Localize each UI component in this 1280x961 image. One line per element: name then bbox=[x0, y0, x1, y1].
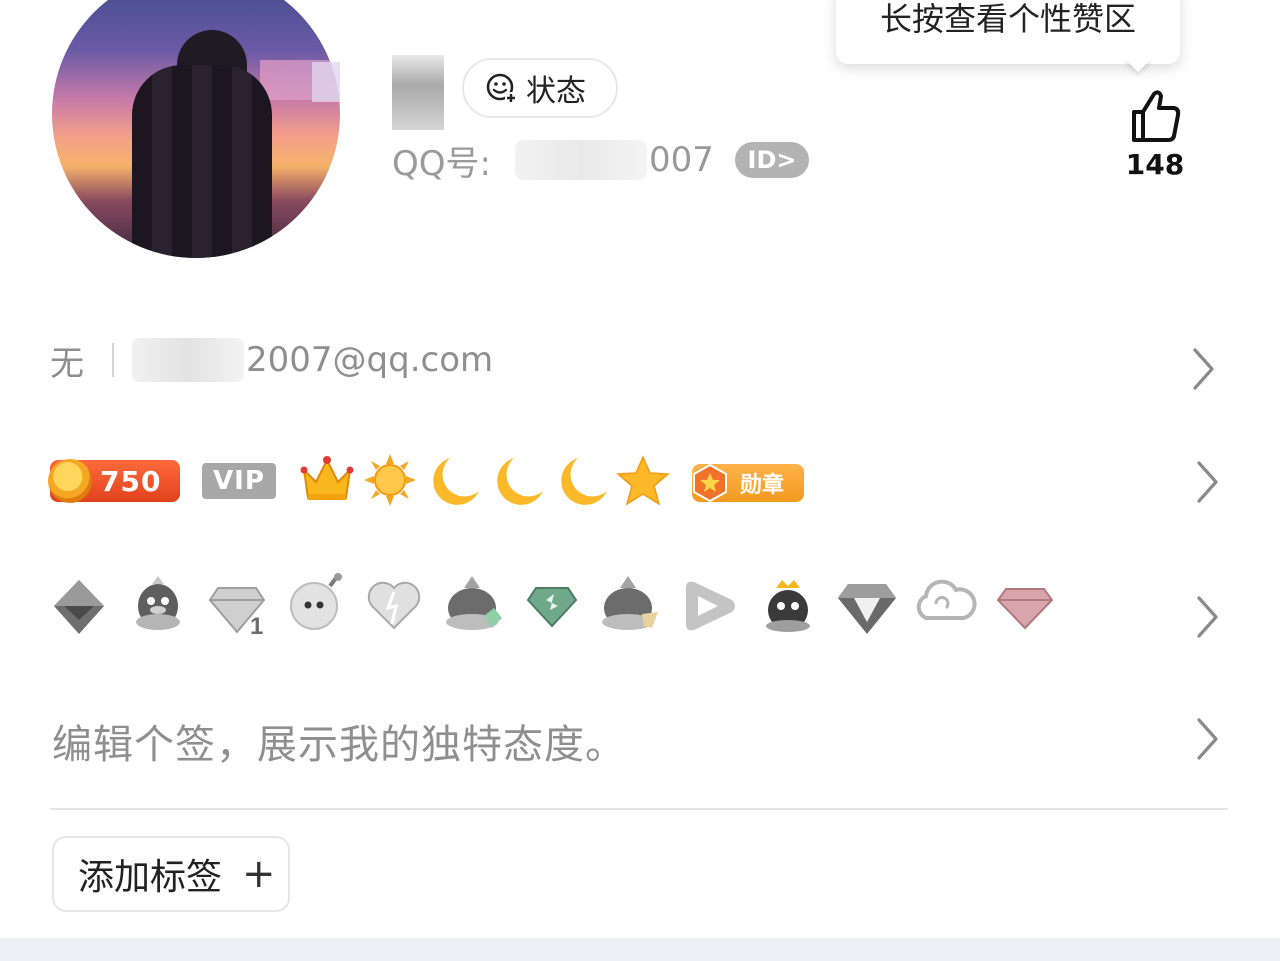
nickname-blurred bbox=[392, 55, 444, 130]
mountain-flower-icon bbox=[602, 576, 658, 630]
moon-icon bbox=[497, 458, 543, 505]
signature-placeholder[interactable]: 编辑个签，展示我的独特态度。 bbox=[52, 712, 626, 770]
moon-icon bbox=[433, 458, 479, 505]
tooltip-text: 长按查看个性赞区 bbox=[879, 0, 1136, 38]
star-icon bbox=[616, 455, 670, 506]
cloud-icon bbox=[916, 579, 977, 620]
status-label: 状态 bbox=[526, 74, 586, 109]
email-text: 2007@qq.com bbox=[246, 340, 494, 380]
email-blurred bbox=[132, 338, 244, 382]
avatar-figure bbox=[132, 65, 272, 258]
pink-diamond-icon bbox=[996, 588, 1054, 630]
coin-icon bbox=[48, 459, 92, 503]
medal-badge[interactable]: 勋章 bbox=[692, 463, 804, 503]
divider bbox=[50, 808, 1228, 810]
avatar[interactable] bbox=[52, 0, 340, 258]
play-icon bbox=[686, 581, 735, 631]
penguin-icon bbox=[136, 576, 180, 630]
chevron-right-icon[interactable] bbox=[1194, 459, 1220, 505]
moon-icon bbox=[561, 458, 607, 505]
gray-diamond-icon bbox=[838, 584, 896, 634]
diamond-1-icon: 1 bbox=[208, 587, 266, 636]
add-tag-label: 添加标签 bbox=[78, 857, 223, 898]
smile-plus-icon bbox=[486, 73, 517, 104]
crown-icon bbox=[300, 456, 354, 500]
diamond-bird-icon bbox=[54, 580, 104, 634]
chevron-right-icon[interactable] bbox=[1194, 716, 1220, 762]
qq-number-blurred bbox=[514, 140, 647, 180]
heart-icon bbox=[367, 581, 421, 630]
level-badge[interactable]: 750 bbox=[48, 459, 180, 503]
sun-icon bbox=[364, 454, 416, 506]
chevron-right-icon[interactable] bbox=[1194, 594, 1220, 640]
svg-text:1: 1 bbox=[250, 613, 263, 636]
contact-row[interactable]: 无 2007@qq.com bbox=[50, 334, 493, 386]
medal-hex-icon bbox=[693, 463, 727, 503]
status-button[interactable]: 状态 bbox=[462, 58, 618, 118]
vip-badge[interactable]: VIP bbox=[202, 463, 276, 499]
id-badge[interactable]: ID> bbox=[735, 142, 809, 178]
gender-text: 无 bbox=[50, 343, 84, 384]
chevron-right-icon[interactable] bbox=[1190, 346, 1216, 392]
add-tag-button[interactable]: 添加标签 + bbox=[52, 836, 290, 912]
medal-label: 勋章 bbox=[740, 473, 785, 498]
like-count: 148 bbox=[1125, 148, 1185, 181]
separator bbox=[112, 343, 114, 377]
bottom-strip bbox=[0, 938, 1280, 961]
tooltip-arrow bbox=[1124, 58, 1152, 72]
level-number: 750 bbox=[100, 464, 162, 498]
qq-label: QQ号: bbox=[392, 143, 491, 184]
like-tooltip: 长按查看个性赞区 bbox=[836, 0, 1180, 64]
bomb-face-icon bbox=[290, 573, 342, 630]
penguin-crown-icon bbox=[766, 580, 810, 632]
qq-number: QQ号: 007 bbox=[392, 138, 714, 184]
mountain-icon bbox=[446, 576, 502, 630]
plus-icon: + bbox=[242, 851, 276, 897]
id-badge-label: ID> bbox=[747, 146, 797, 174]
thumbs-up-icon[interactable] bbox=[1128, 88, 1182, 144]
qq-number-tail: 007 bbox=[648, 140, 714, 180]
green-diamond-icon bbox=[526, 587, 578, 628]
name-blur-patch bbox=[312, 62, 340, 102]
